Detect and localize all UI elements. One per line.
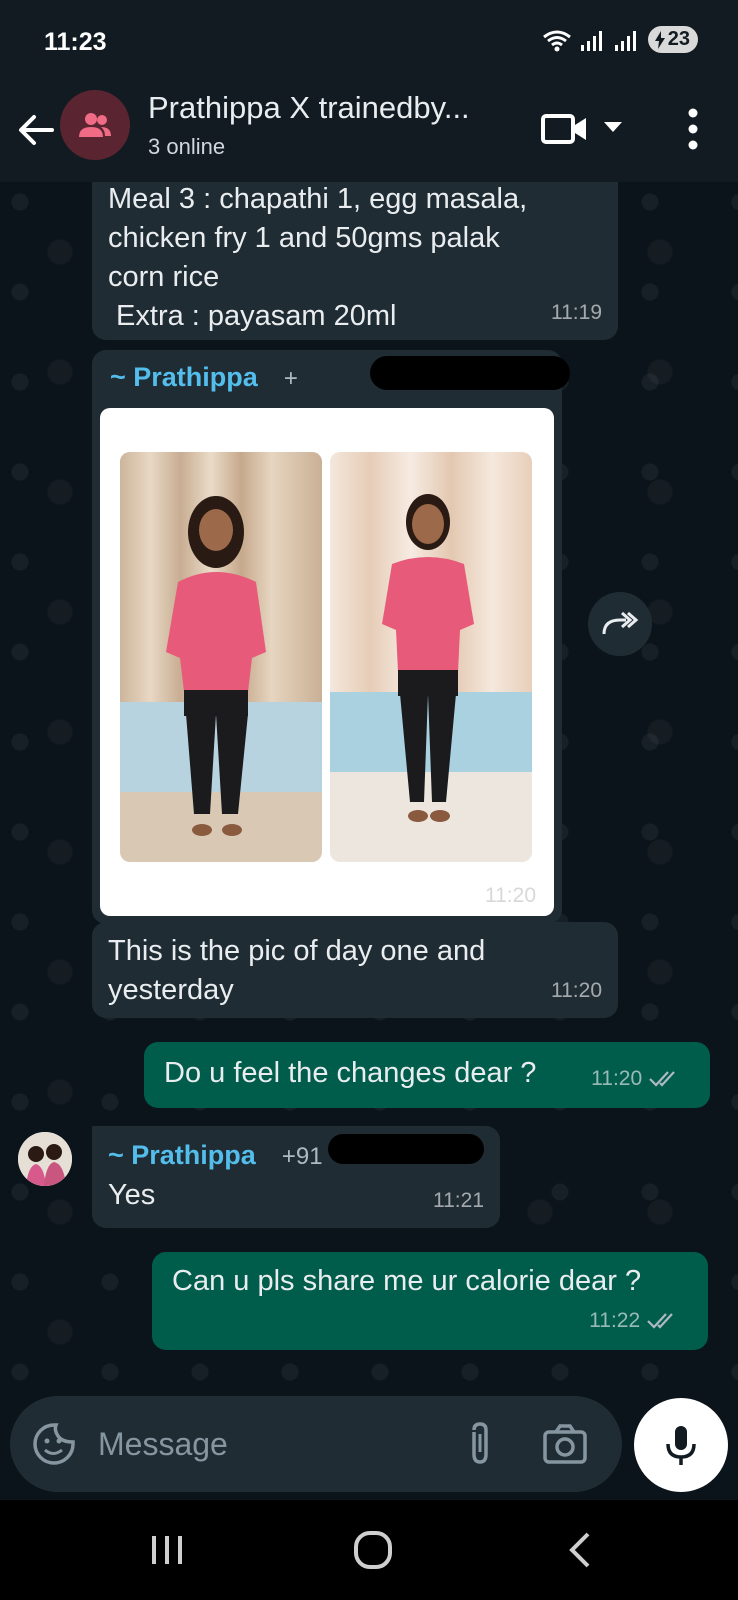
person-photo (330, 452, 532, 862)
message-text: Extra : payasam 20ml (108, 300, 397, 332)
back-nav-icon[interactable] (556, 1530, 606, 1570)
message-time: 11:20 (485, 884, 536, 907)
home-icon[interactable] (348, 1530, 398, 1570)
message-text: corn rice (108, 261, 220, 293)
read-receipt-icon (647, 1313, 673, 1330)
chat-header: Prathippa X trainedby... 3 online (0, 86, 738, 182)
more-options-icon[interactable] (678, 104, 708, 154)
photo-day-one (120, 452, 322, 862)
sticker-emoji-icon[interactable] (32, 1422, 76, 1466)
message-text: chicken fry 1 and 50gms palak (108, 222, 500, 254)
message-input[interactable] (98, 1416, 438, 1472)
message-text: Yes (108, 1179, 156, 1211)
redaction-mark (328, 1134, 484, 1164)
battery-level: 23 (667, 28, 690, 50)
recent-apps-icon[interactable] (142, 1530, 192, 1570)
message-time: 11:20 (591, 1059, 682, 1098)
status-icons: 23 (542, 26, 698, 53)
battery-indicator: 23 (647, 26, 698, 53)
message-composer (10, 1396, 622, 1492)
redaction-mark (370, 356, 570, 390)
charging-icon (654, 30, 665, 49)
message-text: yesterday (108, 974, 234, 1006)
message-time: 11:22 (589, 1301, 680, 1340)
shared-photo[interactable]: 11:20 (100, 408, 554, 916)
sender-phone: + (283, 365, 298, 392)
message-text: This is the pic of day one and (108, 935, 486, 967)
system-navigation-bar (0, 1500, 738, 1600)
photo-yesterday (330, 452, 532, 862)
status-time: 11:23 (44, 28, 107, 56)
message-bubble-outgoing[interactable]: Can u pls share me ur calorie dear ? 11:… (152, 1252, 708, 1350)
message-text: Can u pls share me ur calorie dear ? (172, 1265, 642, 1297)
back-arrow-icon[interactable] (14, 108, 58, 152)
attach-icon[interactable] (462, 1420, 498, 1468)
person-photo (120, 452, 322, 862)
forward-button[interactable] (588, 592, 652, 656)
message-bubble-outgoing[interactable]: Do u feel the changes dear ? 11:20 (144, 1042, 710, 1108)
message-time: 11:21 (433, 1189, 484, 1212)
message-bubble-incoming[interactable]: This is the pic of day one and yesterday… (92, 922, 618, 1018)
camera-icon[interactable] (542, 1422, 588, 1466)
group-icon (79, 113, 111, 137)
read-receipt-icon (649, 1071, 675, 1088)
chat-title[interactable]: Prathippa X trainedby... (148, 90, 470, 126)
online-count: 3 online (148, 134, 226, 159)
group-avatar[interactable] (60, 90, 130, 160)
signal-icon (580, 30, 602, 51)
sender-name[interactable]: ~ Prathippa (110, 362, 258, 392)
chat-area[interactable]: Meal 3 : chapathi 1, egg masala, chicken… (0, 182, 738, 1402)
microphone-icon (666, 1426, 696, 1465)
avatar-image (18, 1132, 72, 1186)
voice-record-button[interactable] (634, 1398, 728, 1492)
message-bubble-incoming[interactable]: Meal 3 : chapathi 1, egg masala, chicken… (92, 182, 618, 340)
status-bar: 11:23 23 (0, 0, 738, 86)
message-time: 11:19 (551, 301, 602, 324)
sender-phone: +91 (281, 1143, 323, 1170)
sender-name[interactable]: ~ Prathippa (108, 1140, 256, 1170)
message-text: Meal 3 : chapathi 1, egg masala, (108, 183, 528, 215)
forward-icon (602, 611, 639, 635)
chevron-down-icon[interactable] (600, 114, 626, 140)
message-time: 11:20 (551, 979, 602, 1002)
signal-icon-2 (614, 30, 636, 51)
sender-avatar[interactable] (18, 1132, 72, 1186)
message-text: Do u feel the changes dear ? (164, 1057, 537, 1089)
video-call-icon[interactable] (540, 108, 590, 148)
wifi-icon (542, 30, 571, 51)
